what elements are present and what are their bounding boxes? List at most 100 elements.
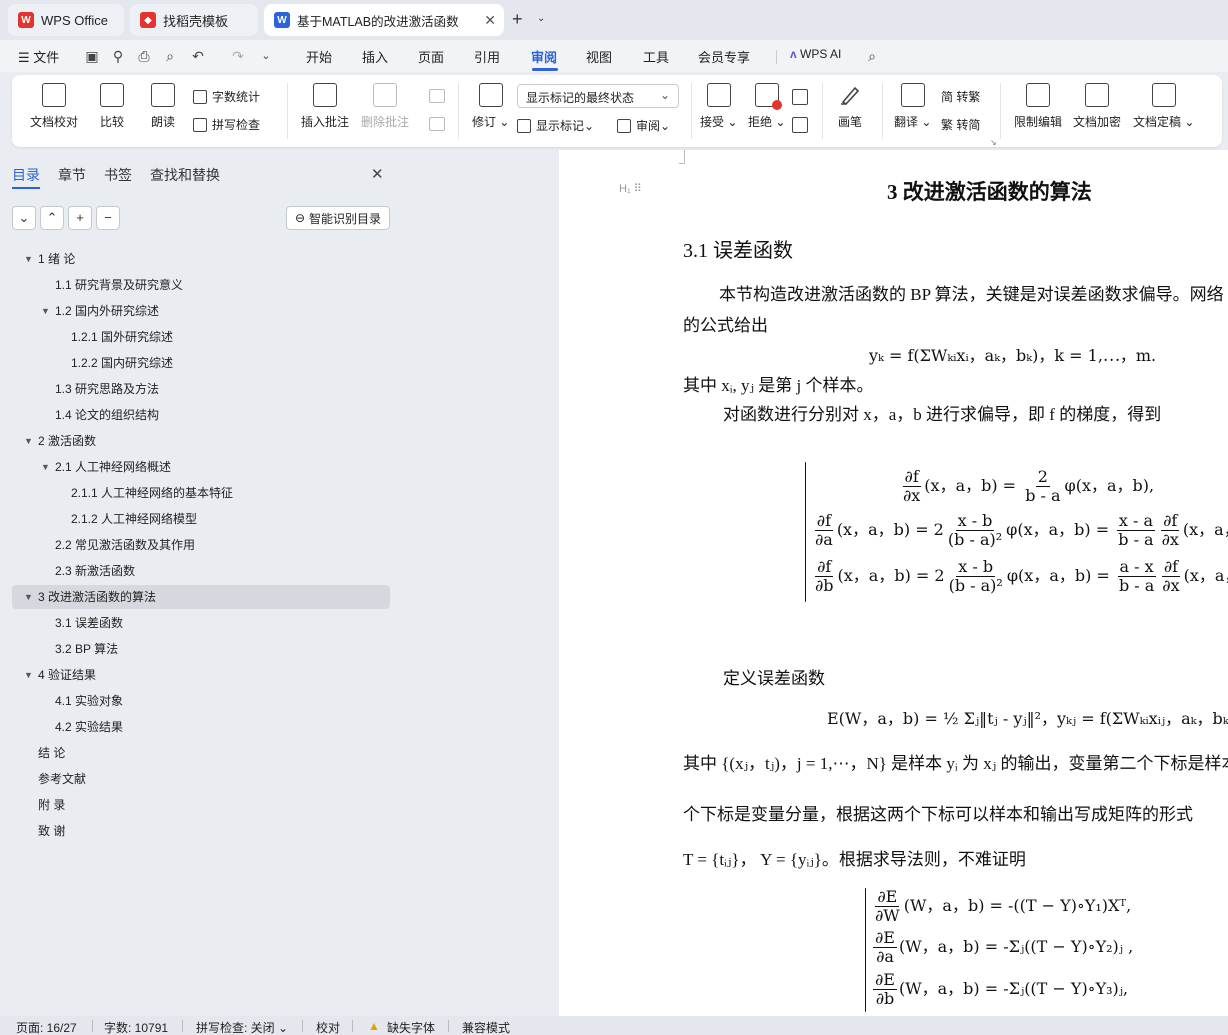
wps-ai-button[interactable]: ᴧ WPS AI <box>790 47 841 61</box>
toc-item[interactable]: 1.3 研究思路及方法 <box>0 377 390 401</box>
toc-item[interactable]: 致 谢 <box>0 819 390 843</box>
document-page[interactable]: H₁ ⠿ 3 改进激活函数的算法 3.1 误差函数 本节构造改进激活函数的 BP… <box>559 150 1228 1016</box>
spell-check-indicator[interactable]: 拼写检查: 关闭 ⌄ <box>196 1019 288 1035</box>
menu-reference[interactable]: 引用 <box>474 47 500 66</box>
word-count-button[interactable]: 字数统计 <box>193 88 260 105</box>
to-traditional-button[interactable]: 简 转繁 <box>941 88 980 105</box>
missing-font-indicator[interactable]: 缺失字体 <box>387 1019 435 1035</box>
next-comment-icon[interactable] <box>429 117 445 131</box>
compat-mode-indicator: 兼容模式 <box>462 1021 511 1035</box>
expand-caret-icon[interactable]: ▼ <box>24 429 33 453</box>
tab-document[interactable]: W 基于MATLAB的改进激活函数 ✕ <box>264 4 504 36</box>
toc-item[interactable]: 结 论 <box>0 741 390 765</box>
save-icon[interactable]: ▣ <box>84 48 100 64</box>
toc-item[interactable]: ▼ 1 绪 论 <box>0 247 390 271</box>
finalize-button[interactable]: 文档定稿 ⌄ <box>1133 83 1194 130</box>
restrict-edit-button[interactable]: 限制编辑 <box>1014 83 1062 130</box>
toc-item[interactable]: 2.1.1 人工神经网络的基本特征 <box>0 481 390 505</box>
expand-caret-icon[interactable]: ▼ <box>24 663 33 687</box>
tab-chapters[interactable]: 章节 <box>58 165 86 185</box>
pen-button[interactable]: 画笔 <box>838 83 862 130</box>
review-pane-button[interactable]: 审阅 ⌄ <box>617 117 670 134</box>
toc-item[interactable]: 1.2.1 国外研究综述 <box>0 325 390 349</box>
insert-comment-button[interactable]: 插入批注 <box>301 83 349 130</box>
toc-item[interactable]: 4.2 实验结果 <box>0 715 390 739</box>
toc-item[interactable]: ▼ 2 激活函数 <box>0 429 390 453</box>
collapse-up-button[interactable]: ⌃ <box>40 206 64 230</box>
expand-down-button[interactable]: ⌄ <box>12 206 36 230</box>
close-icon[interactable]: ✕ <box>371 165 384 183</box>
dialog-launcher-icon[interactable]: ↘ <box>990 138 997 147</box>
print-preview-icon[interactable]: ⌕ <box>162 48 178 64</box>
prev-comment-icon[interactable] <box>429 89 445 103</box>
add-heading-button[interactable]: + <box>68 206 92 230</box>
heading-drag-handle-icon[interactable]: H₁ ⠿ <box>619 182 642 195</box>
tab-label: 基于MATLAB的改进激活函数 <box>297 14 459 29</box>
toc-item[interactable]: 2.1.2 人工神经网络模型 <box>0 507 390 531</box>
spell-check-button[interactable]: 拼写检查 <box>193 116 260 133</box>
quick-access-chevron-icon[interactable]: ⌄ <box>258 48 274 64</box>
next-change-icon[interactable] <box>792 117 808 133</box>
toc-item[interactable]: 2.3 新激活函数 <box>0 559 390 583</box>
prev-change-icon[interactable] <box>792 89 808 105</box>
proof-indicator[interactable]: 校对 <box>316 1019 340 1035</box>
fraction: x - b (b - a)² <box>947 511 1003 549</box>
encrypt-button[interactable]: 文档加密 <box>1073 83 1121 130</box>
redo-icon[interactable]: ↷ <box>230 48 246 64</box>
translate-button[interactable]: 翻译 ⌄ <box>894 83 931 130</box>
menu-start[interactable]: 开始 <box>306 47 332 66</box>
chevron-down-icon: ⌄ <box>659 88 670 102</box>
toc-item[interactable]: ▼ 2.1 人工神经网络概述 <box>0 455 390 479</box>
expand-caret-icon[interactable]: ▼ <box>41 455 50 479</box>
toc-item[interactable]: 3.2 BP 算法 <box>0 637 390 661</box>
expand-caret-icon[interactable]: ▼ <box>24 247 33 271</box>
menu-member[interactable]: 会员专享 <box>698 47 750 66</box>
toc-item[interactable]: 2.2 常见激活函数及其作用 <box>0 533 390 557</box>
equation-brace <box>865 888 866 1012</box>
file-menu[interactable]: ☰ 文件 <box>18 47 59 66</box>
toc-item[interactable]: 3.1 误差函数 <box>0 611 390 635</box>
menu-page[interactable]: 页面 <box>418 47 444 66</box>
menu-review[interactable]: 审阅 <box>531 47 557 66</box>
markup-state-select[interactable]: 显示标记的最终状态 ⌄ <box>517 84 679 108</box>
toc-item[interactable]: 4.1 实验对象 <box>0 689 390 713</box>
to-simplified-button[interactable]: 繁 转简 <box>941 116 980 133</box>
expand-caret-icon[interactable]: ▼ <box>24 585 33 609</box>
search-icon[interactable]: ⌕ <box>864 48 880 64</box>
page-indicator[interactable]: 页面: 16/27 <box>16 1019 77 1035</box>
delete-comment-button[interactable]: 删除批注 <box>361 83 409 130</box>
proofread-button[interactable]: 文档校对 <box>30 83 78 130</box>
toc-item[interactable]: ▼ 4 验证结果 <box>0 663 390 687</box>
tab-toc[interactable]: 目录 <box>12 165 40 185</box>
print-icon[interactable]: ⎙ <box>136 48 152 64</box>
tab-bookmarks[interactable]: 书签 <box>104 165 132 185</box>
toc-item[interactable]: 1.1 研究背景及研究意义 <box>0 273 390 297</box>
close-tab-icon[interactable]: ✕ <box>484 12 496 29</box>
read-aloud-button[interactable]: 朗读 <box>151 83 175 130</box>
menu-tools[interactable]: 工具 <box>643 47 669 66</box>
word-count-indicator[interactable]: 字数: 10791 <box>104 1019 168 1035</box>
smart-toc-button[interactable]: ⊖ 智能识别目录 <box>286 206 390 230</box>
new-tab-icon[interactable]: + <box>512 9 523 30</box>
undo-icon[interactable]: ↶ <box>190 48 206 64</box>
compare-button[interactable]: 比较 <box>100 83 124 130</box>
toc-item[interactable]: ▼ 1.2 国内外研究综述 <box>0 299 390 323</box>
tab-list-chevron-icon[interactable]: ⌄ <box>537 13 545 24</box>
reject-button[interactable]: 拒绝 ⌄ <box>748 83 785 130</box>
accept-button[interactable]: 接受 ⌄ <box>700 83 737 130</box>
expand-caret-icon[interactable]: ▼ <box>41 299 50 323</box>
toc-item[interactable]: 1.2.2 国内研究综述 <box>0 351 390 375</box>
track-changes-button[interactable]: 修订 ⌄ <box>472 83 509 130</box>
remove-heading-button[interactable]: − <box>96 206 120 230</box>
toc-item[interactable]: 1.4 论文的组织结构 <box>0 403 390 427</box>
link-icon[interactable]: ⚲ <box>110 48 126 64</box>
menu-view[interactable]: 视图 <box>586 47 612 66</box>
tab-wps-office[interactable]: W WPS Office <box>8 4 124 36</box>
toc-item[interactable]: 参考文献 <box>0 767 390 791</box>
toc-item[interactable]: 附 录 <box>0 793 390 817</box>
show-markup-button[interactable]: 显示标记 ⌄ <box>517 117 594 134</box>
tab-find-replace[interactable]: 查找和替换 <box>150 165 220 185</box>
toc-item[interactable]: ▼ 3 改进激活函数的算法 <box>0 585 390 609</box>
tab-template[interactable]: ◆ 找稻壳模板 <box>130 4 258 36</box>
menu-insert[interactable]: 插入 <box>362 47 388 66</box>
